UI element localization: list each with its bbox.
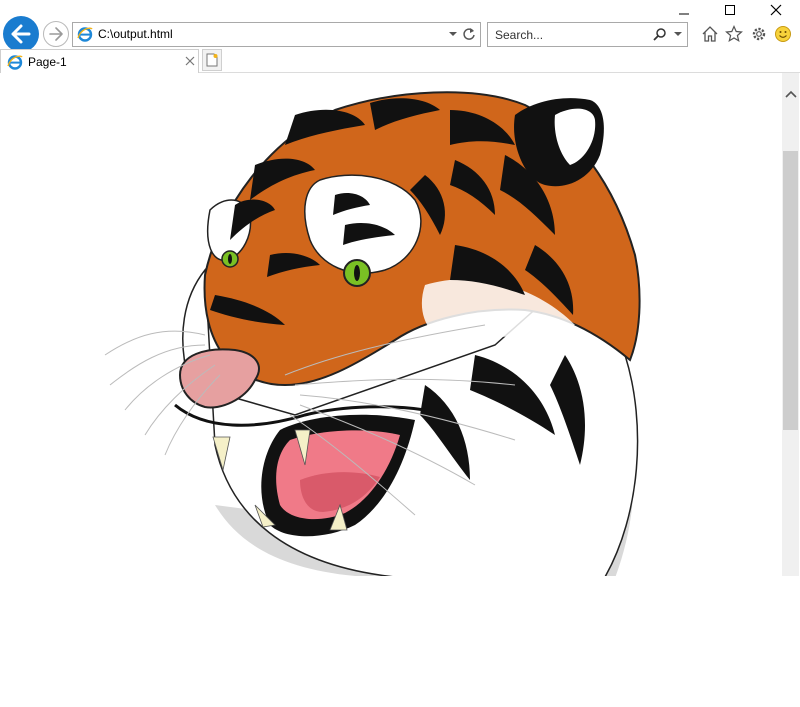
chevron-up-icon (784, 90, 797, 98)
scroll-up-button[interactable] (782, 85, 799, 103)
close-button[interactable] (753, 0, 799, 20)
close-icon (770, 4, 782, 16)
new-tab-icon (206, 53, 218, 67)
settings-button[interactable] (749, 24, 769, 44)
vertical-scrollbar[interactable] (782, 73, 799, 576)
forward-button[interactable] (43, 21, 69, 47)
minimize-button[interactable] (661, 0, 707, 20)
address-url: C:\output.html (98, 27, 173, 41)
tab-page-1[interactable]: Page-1 (0, 49, 199, 73)
new-tab-button[interactable] (202, 49, 222, 71)
arrow-right-icon (49, 27, 63, 41)
tiger-image (104, 91, 641, 576)
search-placeholder: Search... (495, 28, 544, 42)
close-tab-icon[interactable] (185, 56, 195, 66)
feedback-button[interactable] (773, 24, 793, 44)
ie-logo-icon (7, 55, 23, 70)
chevron-down-icon[interactable] (673, 31, 683, 39)
scrollbar-thumb[interactable] (783, 151, 798, 430)
search-box[interactable]: Search... (487, 22, 688, 47)
address-bar[interactable]: C:\output.html (72, 22, 481, 47)
search-icon[interactable] (652, 27, 667, 42)
home-button[interactable] (700, 24, 720, 44)
gear-icon (752, 27, 766, 41)
ie-logo-icon (77, 27, 93, 42)
chevron-down-icon[interactable] (448, 29, 458, 39)
favorites-button[interactable] (724, 24, 744, 44)
back-button[interactable] (3, 16, 39, 52)
minimize-icon (679, 13, 689, 15)
tab-title: Page-1 (28, 55, 67, 69)
home-icon (702, 26, 718, 42)
star-icon (725, 25, 743, 43)
refresh-icon[interactable] (462, 27, 476, 41)
smiley-icon (775, 26, 791, 42)
maximize-icon (725, 5, 735, 15)
maximize-button[interactable] (707, 0, 753, 20)
page-viewport[interactable] (0, 73, 782, 576)
arrow-left-icon (11, 24, 31, 44)
